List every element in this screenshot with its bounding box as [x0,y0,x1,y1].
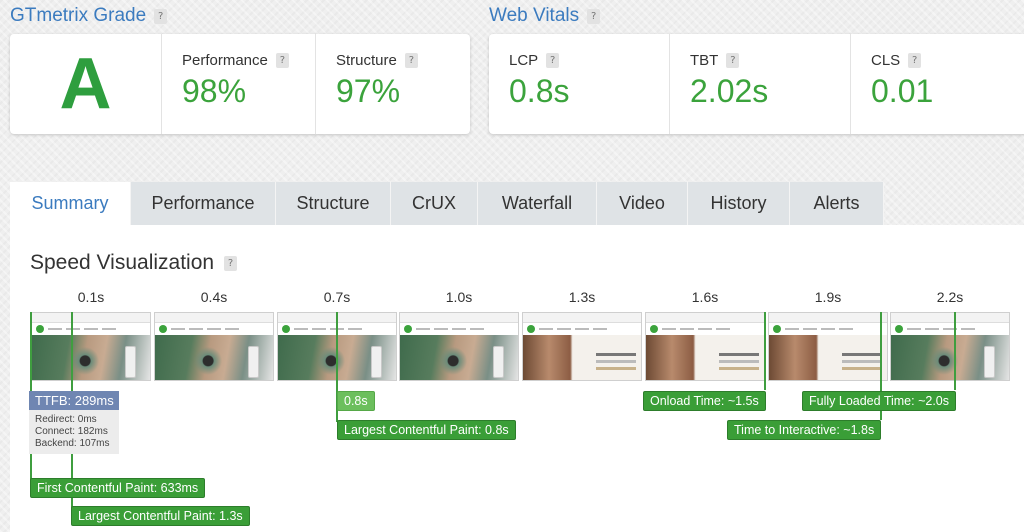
ttfb-redirect: Redirect: 0ms [35,414,97,425]
filmstrip-frame[interactable] [890,312,1010,381]
help-icon[interactable]: ? [404,53,418,68]
fcp-tag: First Contentful Paint: 633ms [30,478,206,498]
tti-tag: Time to Interactive: ~1.8s [727,420,882,440]
filmstrip-frame[interactable] [31,312,151,381]
help-icon[interactable]: ? [726,53,740,68]
fully-loaded-marker-line [954,312,956,390]
tab-structure[interactable]: Structure [276,182,391,225]
ttfb-label: TTFB: 289ms [29,391,119,410]
lcp-metric: LCP ? 0.8s [489,34,670,134]
structure-label: Structure [336,52,397,69]
lcp-short-tag: 0.8s [337,391,375,411]
filmstrip-frame[interactable] [399,312,519,381]
filmstrip-frame[interactable] [522,312,642,381]
ttfb-backend: Backend: 107ms [35,438,110,449]
help-icon[interactable]: ? [908,53,922,68]
help-icon[interactable]: ? [546,53,560,68]
structure-metric: Structure ? 97% [316,34,470,134]
time-label: 0.7s [323,289,351,305]
time-label: 0.1s [77,289,105,305]
lcp-tag: Largest Contentful Paint: 0.8s [337,420,516,440]
tab-crux[interactable]: CrUX [391,182,478,225]
tab-alerts[interactable]: Alerts [790,182,884,225]
web-vitals-title: Web Vitals ? [489,5,601,27]
help-icon[interactable]: ? [154,8,168,24]
lcp-label: LCP [509,52,539,69]
cls-value: 0.01 [871,73,934,109]
filmstrip-frame[interactable] [768,312,888,381]
time-label: 1.3s [568,289,596,305]
help-icon[interactable]: ? [275,53,289,68]
grade-letter: A [10,34,162,134]
fully-loaded-tag: Fully Loaded Time: ~2.0s [802,391,957,411]
ttfb-breakdown: Redirect: 0ms Connect: 182ms Backend: 10… [29,410,119,454]
filmstrip-frame[interactable] [645,312,765,381]
gtmetrix-grade-title: GTmetrix Grade ? [10,5,168,27]
onload-marker-line [764,312,766,390]
onload-tag: Onload Time: ~1.5s [643,391,766,411]
tbt-value: 2.02s [690,73,769,109]
tbt-label: TBT [690,52,719,69]
ttfb-box: TTFB: 289ms Redirect: 0ms Connect: 182ms… [29,391,119,454]
performance-label: Performance [182,52,268,69]
tab-summary[interactable]: Summary [10,182,131,225]
filmstrip-frame[interactable] [154,312,274,381]
time-label: 1.0s [445,289,473,305]
structure-value: 97% [336,73,401,109]
tbt-metric: TBT ? 2.02s [670,34,851,134]
performance-metric: Performance ? 98% [162,34,316,134]
performance-value: 98% [182,73,247,109]
time-label: 1.6s [691,289,719,305]
web-vitals-card: LCP ? 0.8s TBT ? 2.02s CLS ? 0.01 [489,34,1024,134]
tab-history[interactable]: History [688,182,790,225]
speed-visualization-title: Speed Visualization ? [30,251,238,275]
speed-visualization-label: Speed Visualization [30,251,215,274]
lcp-value: 0.8s [509,73,570,109]
cls-metric: CLS ? 0.01 [851,34,1024,134]
help-icon[interactable]: ? [224,255,238,271]
web-vitals-label: Web Vitals [489,5,580,26]
help-icon[interactable]: ? [587,8,601,24]
tab-video[interactable]: Video [597,182,688,225]
lcp-bottom-tag: Largest Contentful Paint: 1.3s [71,506,250,526]
gtmetrix-grade-label: GTmetrix Grade [10,5,147,26]
gtmetrix-grade-card: A Performance ? 98% Structure ? 97% [10,34,470,134]
report-tabs: Summary Performance Structure CrUX Water… [10,182,884,225]
tab-performance[interactable]: Performance [131,182,276,225]
time-label: 1.9s [814,289,842,305]
time-label: 2.2s [936,289,964,305]
time-label: 0.4s [200,289,228,305]
cls-label: CLS [871,52,901,69]
ttfb-connect: Connect: 182ms [35,426,108,437]
tab-waterfall[interactable]: Waterfall [478,182,597,225]
